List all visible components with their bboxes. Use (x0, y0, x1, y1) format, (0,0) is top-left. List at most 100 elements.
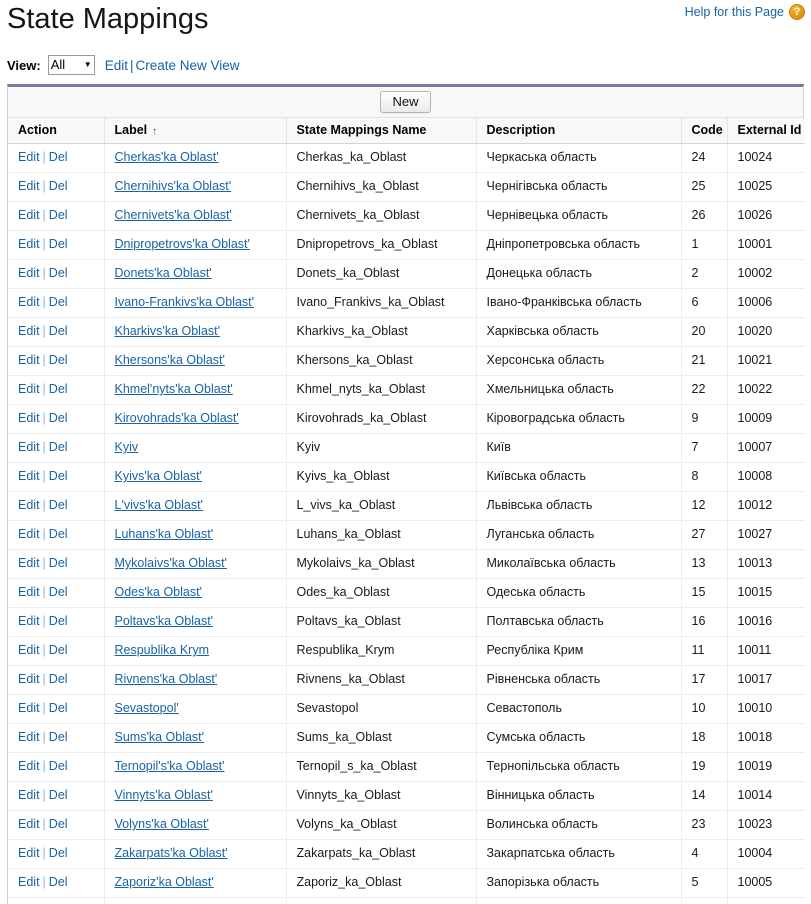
column-header-code[interactable]: Code (681, 118, 728, 144)
column-header-external-id[interactable]: External Id (727, 118, 805, 144)
delete-row-link[interactable]: Del (49, 440, 68, 454)
delete-row-link[interactable]: Del (49, 614, 68, 628)
delete-row-link[interactable]: Del (49, 411, 68, 425)
record-label-link[interactable]: Chernivets'ka Oblast' (115, 208, 232, 222)
row-name-cell: Chernihivs_ka_Oblast (286, 172, 477, 202)
edit-row-link[interactable]: Edit (18, 411, 40, 425)
delete-row-link[interactable]: Del (49, 179, 68, 193)
edit-row-link[interactable]: Edit (18, 469, 40, 483)
record-label-link[interactable]: Cherkas'ka Oblast' (115, 150, 219, 164)
record-label-link[interactable]: Poltavs'ka Oblast' (115, 614, 214, 628)
delete-row-link[interactable]: Del (49, 498, 68, 512)
delete-row-link[interactable]: Del (49, 150, 68, 164)
delete-row-link[interactable]: Del (49, 237, 68, 251)
row-name-cell: Ternopil_s_ka_Oblast (286, 752, 477, 782)
record-label-link[interactable]: Odes'ka Oblast' (115, 585, 202, 599)
delete-row-link[interactable]: Del (49, 585, 68, 599)
row-external-id-cell: 10027 (727, 520, 805, 550)
table-row: Edit | Del Khersons'ka Oblast' Khersons_ka_O… (8, 346, 805, 376)
record-label-link[interactable]: Luhans'ka Oblast' (115, 527, 214, 541)
edit-row-link[interactable]: Edit (18, 759, 40, 773)
edit-row-link[interactable]: Edit (18, 875, 40, 889)
record-label-link[interactable]: Kyivs'ka Oblast' (115, 469, 202, 483)
record-label-link[interactable]: Vinnyts'ka Oblast' (115, 788, 213, 802)
delete-row-link[interactable]: Del (49, 382, 68, 396)
edit-row-link[interactable]: Edit (18, 672, 40, 686)
record-label-link[interactable]: Kirovohrads'ka Oblast' (115, 411, 239, 425)
help-question-icon[interactable]: ? (789, 4, 805, 20)
row-code-cell: 14 (681, 781, 728, 811)
delete-row-link[interactable]: Del (49, 817, 68, 831)
edit-row-link[interactable]: Edit (18, 324, 40, 338)
column-header-state-mappings-name[interactable]: State Mappings Name (286, 118, 477, 144)
new-button[interactable]: New (380, 91, 431, 113)
edit-row-link[interactable]: Edit (18, 382, 40, 396)
delete-row-link[interactable]: Del (49, 701, 68, 715)
record-label-link[interactable]: Donets'ka Oblast' (115, 266, 212, 280)
delete-row-link[interactable]: Del (49, 730, 68, 744)
create-new-view-link[interactable]: Create New View (136, 58, 240, 73)
record-label-link[interactable]: Dnipropetrovs'ka Oblast' (115, 237, 250, 251)
record-label-link[interactable]: L'vivs'ka Oblast' (115, 498, 203, 512)
edit-row-link[interactable]: Edit (18, 585, 40, 599)
record-label-link[interactable]: Mykolaivs'ka Oblast' (115, 556, 227, 570)
record-label-link[interactable]: Khersons'ka Oblast' (115, 353, 225, 367)
table-header: Action Label ↑ State Mappings Name Descr… (8, 118, 805, 144)
record-label-link[interactable]: Kyiv (115, 440, 139, 454)
record-label-link[interactable]: Sums'ka Oblast' (115, 730, 205, 744)
edit-row-link[interactable]: Edit (18, 614, 40, 628)
edit-row-link[interactable]: Edit (18, 788, 40, 802)
row-actions-cell: Edit|Del (8, 781, 105, 811)
column-header-label[interactable]: Label ↑ (104, 118, 287, 144)
column-header-description[interactable]: Description (476, 118, 682, 144)
view-links-separator: | (129, 57, 134, 73)
edit-row-link[interactable]: Edit (18, 237, 40, 251)
help-for-this-page-link[interactable]: Help for this Page (685, 5, 784, 19)
record-label-link[interactable]: Ternopil's'ka Oblast' (115, 759, 225, 773)
record-label-link[interactable]: Ivano-Frankivs'ka Oblast' (115, 295, 255, 309)
delete-row-link[interactable]: Del (49, 846, 68, 860)
delete-row-link[interactable]: Del (49, 759, 68, 773)
edit-row-link[interactable]: Edit (18, 150, 40, 164)
delete-row-link[interactable]: Del (49, 527, 68, 541)
edit-row-link[interactable]: Edit (18, 730, 40, 744)
record-label-link[interactable]: Sevastopol' (115, 701, 179, 715)
delete-row-link[interactable]: Del (49, 324, 68, 338)
edit-row-link[interactable]: Edit (18, 701, 40, 715)
record-label-link[interactable]: Respublika Krym (115, 643, 209, 657)
delete-row-link[interactable]: Del (49, 469, 68, 483)
view-select[interactable]: All ▼ (47, 55, 95, 75)
row-actions-separator: | (42, 759, 46, 773)
record-label-link[interactable]: Zakarpats'ka Oblast' (115, 846, 228, 860)
edit-view-link[interactable]: Edit (105, 58, 128, 73)
edit-row-link[interactable]: Edit (18, 208, 40, 222)
edit-row-link[interactable]: Edit (18, 817, 40, 831)
record-label-link[interactable]: Kharkivs'ka Oblast' (115, 324, 221, 338)
delete-row-link[interactable]: Del (49, 788, 68, 802)
record-label-link[interactable]: Rivnens'ka Oblast' (115, 672, 218, 686)
edit-row-link[interactable]: Edit (18, 643, 40, 657)
edit-row-link[interactable]: Edit (18, 295, 40, 309)
edit-row-link[interactable]: Edit (18, 556, 40, 570)
delete-row-link[interactable]: Del (49, 556, 68, 570)
record-label-link[interactable]: Zaporiz'ka Oblast' (115, 875, 214, 889)
edit-row-link[interactable]: Edit (18, 266, 40, 280)
delete-row-link[interactable]: Del (49, 643, 68, 657)
column-header-action[interactable]: Action (8, 118, 105, 144)
delete-row-link[interactable]: Del (49, 875, 68, 889)
delete-row-link[interactable]: Del (49, 266, 68, 280)
edit-row-link[interactable]: Edit (18, 846, 40, 860)
row-name-cell: Mykolaivs_ka_Oblast (286, 549, 477, 579)
edit-row-link[interactable]: Edit (18, 527, 40, 541)
edit-row-link[interactable]: Edit (18, 498, 40, 512)
record-label-link[interactable]: Chernihivs'ka Oblast' (115, 179, 232, 193)
delete-row-link[interactable]: Del (49, 295, 68, 309)
record-label-link[interactable]: Khmel'nyts'ka Oblast' (115, 382, 233, 396)
edit-row-link[interactable]: Edit (18, 440, 40, 454)
record-label-link[interactable]: Volyns'ka Oblast' (115, 817, 209, 831)
delete-row-link[interactable]: Del (49, 353, 68, 367)
delete-row-link[interactable]: Del (49, 208, 68, 222)
delete-row-link[interactable]: Del (49, 672, 68, 686)
edit-row-link[interactable]: Edit (18, 179, 40, 193)
edit-row-link[interactable]: Edit (18, 353, 40, 367)
